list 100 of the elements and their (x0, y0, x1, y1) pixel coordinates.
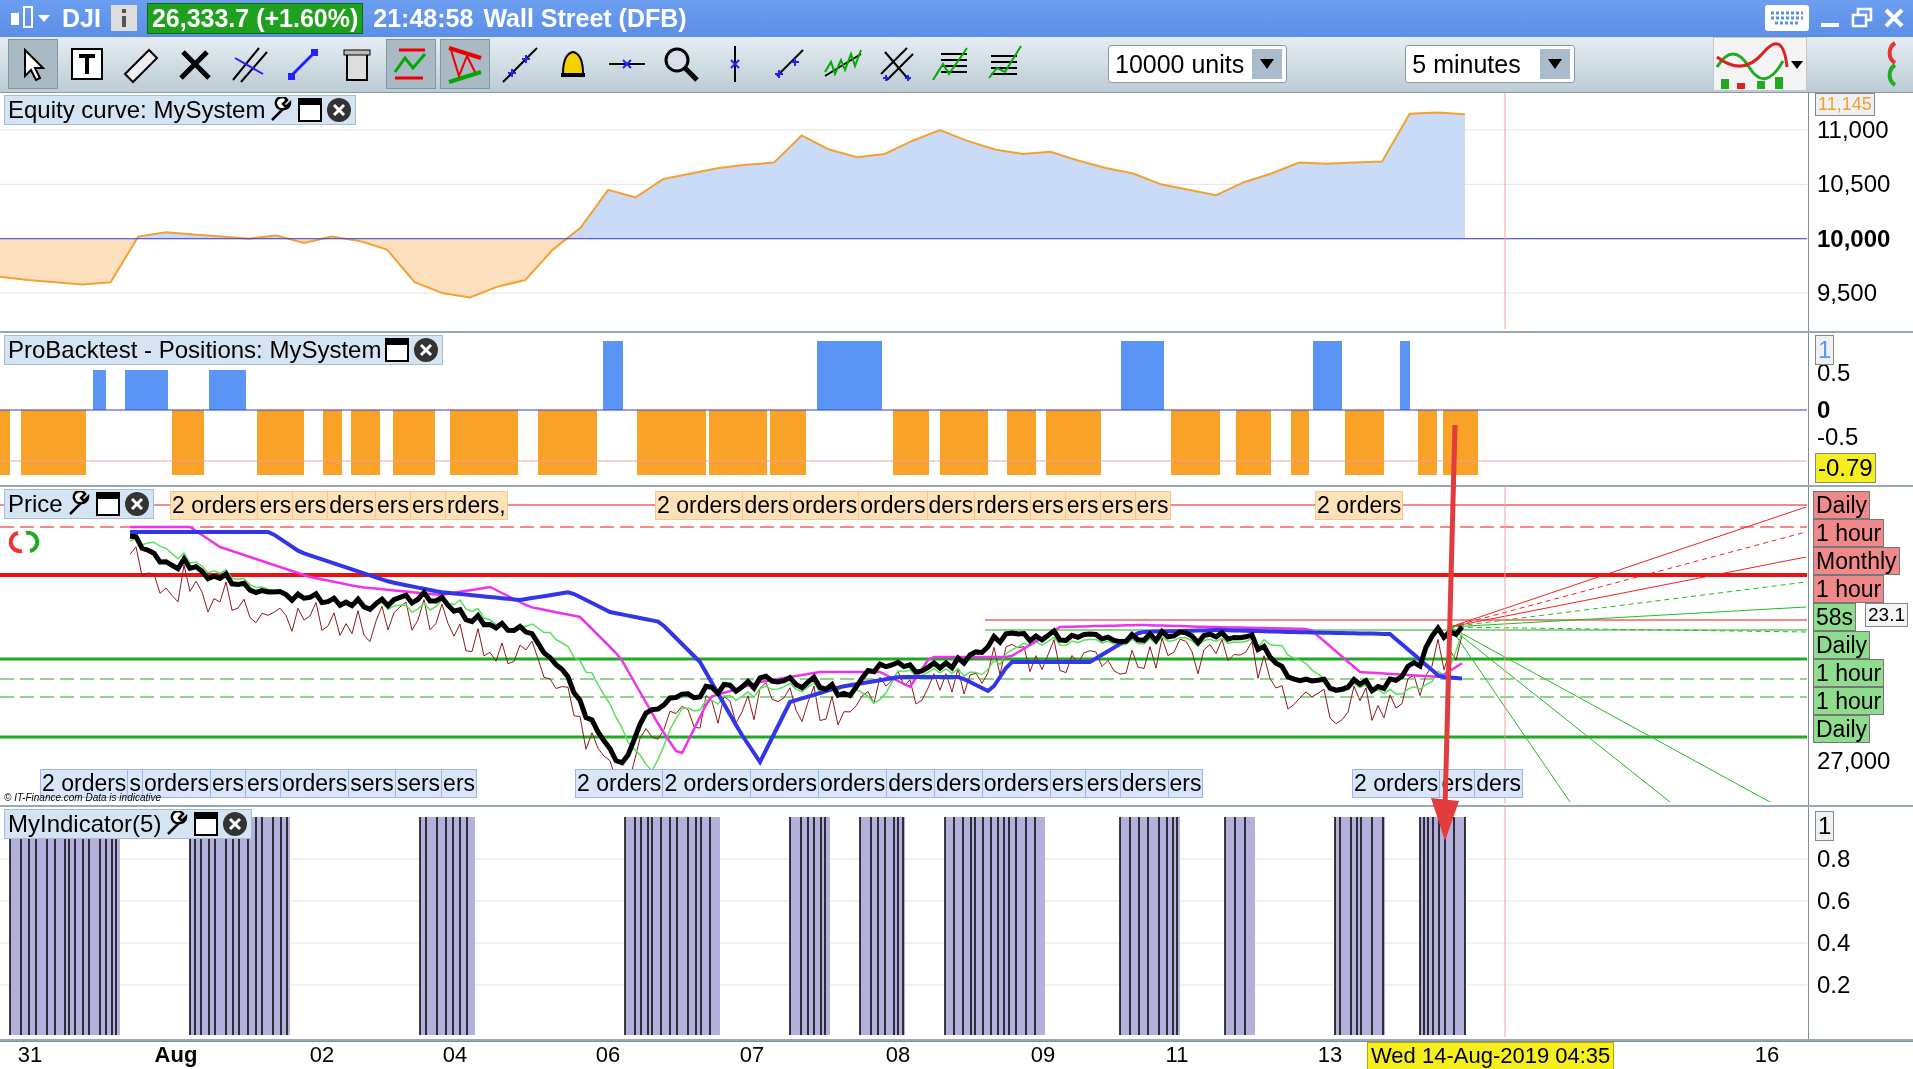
order-label: ers (375, 491, 411, 520)
close-icon[interactable] (123, 491, 150, 517)
axis-label: 0.2 (1817, 971, 1851, 999)
order-label: 2 orders (662, 769, 751, 798)
level-tag: Monthly (1813, 547, 1900, 575)
date-label: 11 (1165, 1042, 1189, 1068)
order-label: rders (974, 491, 1031, 520)
order-label: ders (926, 491, 976, 520)
market-name: Wall Street (DFB) (483, 3, 687, 33)
keyboard-icon[interactable] (1765, 5, 1809, 32)
level-tag: 1 hour (1813, 659, 1885, 687)
vertical-line-icon (729, 44, 741, 85)
current-value-tag: 1 (1815, 811, 1835, 841)
window-icon[interactable] (94, 491, 121, 517)
order-label: ders (327, 491, 377, 520)
window-icon[interactable] (193, 811, 220, 837)
order-label: sers (394, 769, 443, 798)
order-label: 2 orders (170, 491, 259, 520)
horizontal-line-icon (607, 58, 647, 71)
order-label: ers (245, 769, 281, 798)
close-icon[interactable] (326, 97, 353, 123)
axis-label: 10,000 (1817, 224, 1891, 253)
current-value-tag: 1 (1815, 335, 1835, 365)
credit-text: © IT-Finance.com Data is indicative (4, 792, 162, 803)
order-label: orders (280, 769, 350, 798)
order-label: ers (210, 769, 247, 798)
axis-label: 0 (1817, 396, 1831, 424)
level-tag: 1 hour (1813, 519, 1885, 547)
date-label: 13 (1317, 1042, 1343, 1068)
date-label: 09 (1030, 1042, 1056, 1068)
axis-label: 27,000 (1817, 747, 1891, 775)
level-tag: 58s (1813, 603, 1857, 631)
order-label: ders (742, 491, 792, 520)
date-label: 04 (442, 1042, 468, 1068)
order-label: ers (1167, 769, 1204, 798)
level-tag: Daily (1813, 715, 1871, 743)
order-label: ers (1064, 491, 1101, 520)
order-label: 2 orders (1315, 491, 1404, 520)
panel-title: Equity curve: MySystem (8, 96, 266, 124)
close-icon[interactable] (413, 337, 440, 363)
order-label: orders (790, 491, 860, 520)
order-label: ers (410, 491, 446, 520)
axis-label: 9,500 (1817, 279, 1878, 308)
level-tag: Daily (1813, 491, 1871, 519)
order-label: sers (348, 769, 396, 798)
panel-title: ProBacktest - Positions: MySystem (8, 336, 382, 364)
date-label: 16 (1754, 1042, 1780, 1068)
order-label: ers (292, 491, 329, 520)
order-label: ers (1049, 769, 1086, 798)
date-label: 06 (595, 1042, 621, 1068)
date-label: 07 (739, 1042, 765, 1068)
current-value-tag: -0.79 (1815, 453, 1876, 483)
order-label: 2 orders (655, 491, 744, 520)
timeframe-dropdown[interactable]: 5 minutes (1405, 45, 1576, 84)
order-label: ers (1084, 769, 1121, 798)
tool-button[interactable] (8, 39, 58, 90)
axis-label: 11,000 (1817, 115, 1889, 144)
axis-label: -0.5 (1817, 423, 1859, 451)
indicator-chart-icon[interactable] (1713, 37, 1807, 92)
date-label: 02 (309, 1042, 335, 1068)
current-value-tag: 11,145 (1815, 93, 1875, 116)
time-text: 21:48:58 (373, 3, 474, 33)
order-label: rders, (444, 491, 508, 520)
current-value-tag: 23.1 (1865, 603, 1908, 627)
level-tag: 1 hour (1813, 687, 1885, 715)
order-label: ders (886, 769, 935, 798)
order-label: orders (858, 491, 928, 520)
quantity-dropdown[interactable]: 10000 units (1108, 45, 1288, 84)
axis-label: 0.8 (1817, 845, 1851, 873)
caret-icon (1260, 59, 1275, 70)
order-label: orders (817, 769, 888, 798)
order-label: ers (257, 491, 294, 520)
axis-label: 0.6 (1817, 887, 1851, 915)
order-label: ers (1134, 491, 1171, 520)
axis-label: 10,500 (1817, 170, 1891, 199)
close-icon[interactable] (222, 811, 249, 837)
order-label: ders (933, 769, 983, 798)
window-icon[interactable] (384, 337, 411, 363)
restore-icon[interactable] (1851, 7, 1873, 30)
level-tag: 1 hour (1813, 575, 1885, 603)
order-label: 2 orders (1352, 769, 1441, 798)
order-label: ers (1099, 491, 1136, 520)
order-label: ders (1474, 769, 1524, 798)
order-label: orders (981, 769, 1051, 798)
panel-title: MyIndicator(5) (8, 810, 162, 838)
date-label: 08 (885, 1042, 911, 1068)
date-label: 31 (17, 1042, 43, 1068)
date-label: Aug (154, 1042, 198, 1068)
order-label: orders (749, 769, 819, 798)
cursor-date-label: Wed 14-Aug-2019 04:35 (1367, 1042, 1615, 1069)
order-label: ers (441, 769, 478, 798)
order-label: 2 orders (575, 769, 664, 798)
info-icon[interactable] (110, 5, 137, 32)
window-icon[interactable] (297, 97, 324, 123)
level-tag: Daily (1813, 631, 1871, 659)
price-change: 26,333.7 (+1.60%) (146, 2, 364, 34)
axis-label: 0.4 (1817, 929, 1851, 957)
caret-icon (1548, 59, 1563, 70)
order-label: ders (1119, 769, 1169, 798)
panel-title: Price (8, 490, 63, 518)
